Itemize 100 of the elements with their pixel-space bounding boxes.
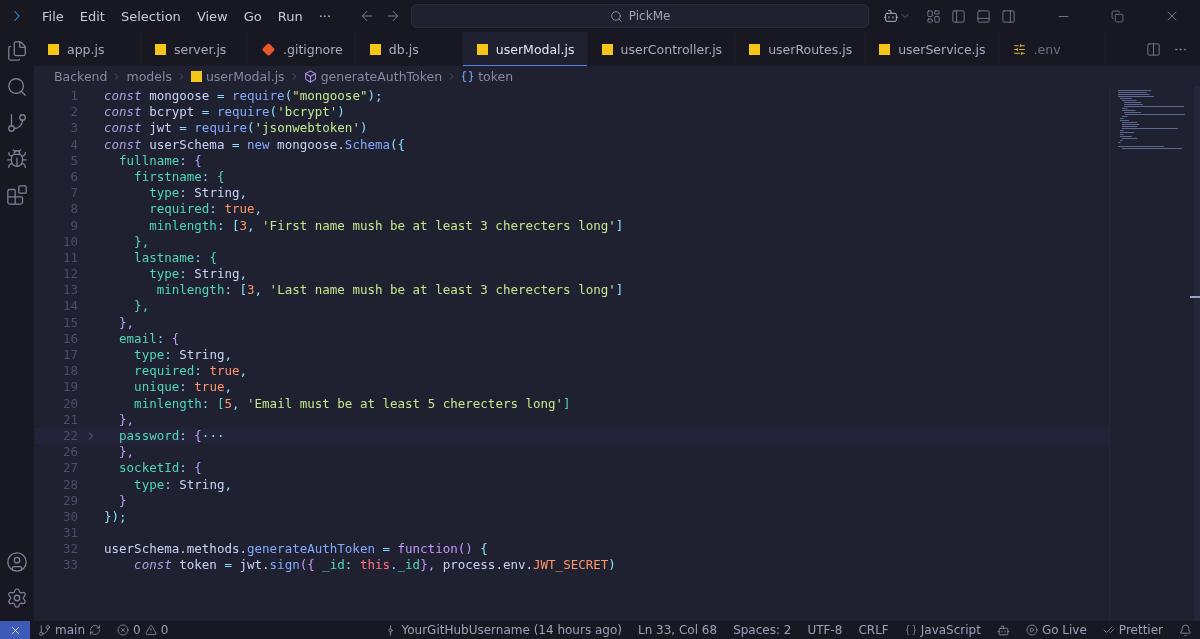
settings-icon[interactable] <box>6 587 28 609</box>
line-number: 21 <box>61 411 78 428</box>
javascript-file-icon <box>749 43 761 55</box>
line-ending-button[interactable]: CRLF <box>850 623 897 637</box>
line-number: 6 <box>69 168 78 186</box>
sliders-icon <box>1012 42 1026 56</box>
line-number: 26 <box>61 444 78 461</box>
breadcrumb-item[interactable]: models <box>126 68 172 84</box>
line-number: 12 <box>61 266 78 283</box>
encoding-button[interactable]: UTF-8 <box>799 623 851 637</box>
code-line: required: true, <box>133 363 247 380</box>
code-line: password: {··· <box>118 427 225 445</box>
code-line: userSchema.methods.generateAuthToken = function() { <box>104 541 488 558</box>
line-number: 8 <box>69 201 78 218</box>
line-number: 5 <box>69 152 78 169</box>
line-number: 33 <box>61 557 78 574</box>
line-number: 30 <box>61 508 78 526</box>
menu-item[interactable]: Selection <box>112 8 189 24</box>
code-line: const jwt = require('jsonwebtoken') <box>104 120 368 137</box>
go-live-button[interactable]: Go Live <box>1017 623 1095 637</box>
line-number: 4 <box>69 136 78 153</box>
code-line: }, <box>118 314 135 331</box>
language-button[interactable]: JavaScript <box>896 623 989 637</box>
javascript-file-icon <box>601 43 613 55</box>
menu-item[interactable]: Go <box>235 8 270 24</box>
line-number: 32 <box>61 541 78 558</box>
code-line: const bcrypt = require('bcrypt') <box>104 104 345 121</box>
layout-icon[interactable] <box>926 8 941 24</box>
line-number: 2 <box>69 104 78 121</box>
bell-icon[interactable] <box>1179 623 1192 637</box>
line-number: 3 <box>69 120 78 137</box>
code-line: const token = jwt.sign({ _id: this._id}, process.env.JWT_SECRET) <box>133 557 616 574</box>
menu-item[interactable]: Run <box>269 8 311 24</box>
code-line: }, <box>133 233 150 250</box>
menu-item[interactable]: ··· <box>310 8 340 24</box>
bug-icon[interactable] <box>6 148 28 170</box>
split-editor-icon[interactable] <box>1146 41 1161 57</box>
code-line: }, <box>133 298 150 315</box>
code-line: fullname: { <box>118 152 202 169</box>
branch-button[interactable]: main <box>30 623 109 637</box>
code-line: unique: true, <box>133 379 232 396</box>
code-line: type: String, <box>148 185 247 202</box>
prettier-button[interactable]: Prettier <box>1094 623 1171 637</box>
line-number: 14 <box>61 298 78 315</box>
code-line: const userSchema = new mongoose.Schema({ <box>104 136 406 153</box>
javascript-file-icon <box>155 43 166 55</box>
line-number: 27 <box>61 460 78 477</box>
code-line: email: { <box>118 330 180 347</box>
panel-left-icon[interactable] <box>951 8 966 24</box>
javascript-file-icon <box>879 43 891 55</box>
sync-icon <box>89 624 101 636</box>
menu-item[interactable]: Edit <box>71 8 113 24</box>
editor-tab[interactable]: userModal.js <box>462 32 588 66</box>
breadcrumb-item[interactable]: token <box>478 68 514 84</box>
git-icon <box>262 42 275 56</box>
code-line: const mongoose = require("mongoose"); <box>104 88 383 105</box>
code-line: lastname: { <box>133 249 217 267</box>
warning-icon <box>144 624 157 636</box>
javascript-file-icon <box>48 43 59 55</box>
code-line: type: String, <box>133 476 232 493</box>
braces-icon <box>904 624 917 636</box>
code-line: }, <box>118 411 135 428</box>
extensions-icon[interactable] <box>6 184 28 206</box>
robot-icon[interactable] <box>883 8 900 24</box>
line-number: 31 <box>61 525 78 542</box>
git-blame-button[interactable]: YourGitHubUsername (14 hours ago) <box>376 623 630 637</box>
line-number: 16 <box>61 330 78 347</box>
search-icon <box>609 9 623 23</box>
search-icon[interactable] <box>6 76 28 98</box>
line-number: 28 <box>61 476 78 493</box>
account-icon[interactable] <box>6 551 28 573</box>
code-line: }, <box>118 444 135 461</box>
cube-icon <box>303 69 317 83</box>
line-number: 17 <box>61 347 78 364</box>
source-control-icon[interactable] <box>6 112 28 134</box>
play-circle-icon <box>1025 624 1038 636</box>
problems-button[interactable]: 0 0 <box>109 623 177 637</box>
code-line: minlength: [3, 'First name mush be at least 3 cherecters long'] <box>148 217 624 234</box>
javascript-file-icon <box>476 43 488 55</box>
panel-right-icon[interactable] <box>1001 8 1016 24</box>
line-number: 11 <box>61 249 78 267</box>
menu-item[interactable]: View <box>188 8 236 24</box>
breadcrumb-item[interactable]: Backend <box>54 68 108 84</box>
menu-item[interactable]: File <box>34 8 72 24</box>
remote-button[interactable] <box>0 621 30 639</box>
line-number: 7 <box>69 185 78 202</box>
code-line: required: true, <box>148 201 263 218</box>
breadcrumb-item[interactable]: generateAuthToken <box>320 68 443 84</box>
line-number: 10 <box>61 233 78 250</box>
code-line: type: String, <box>148 266 247 283</box>
panel-bottom-icon[interactable] <box>976 8 991 24</box>
line-number: 20 <box>61 395 78 412</box>
files-icon[interactable] <box>6 40 28 62</box>
line-number: 18 <box>61 363 78 380</box>
search-field[interactable]: PickMe <box>411 4 870 28</box>
line-number: 29 <box>61 492 78 509</box>
breadcrumb-item[interactable]: userModal.js <box>205 68 285 84</box>
cursor-position-button[interactable]: Ln 33, Col 68 <box>629 623 726 637</box>
indentation-button[interactable]: Spaces: 2 <box>725 623 800 637</box>
restore-icon[interactable] <box>1111 9 1124 23</box>
